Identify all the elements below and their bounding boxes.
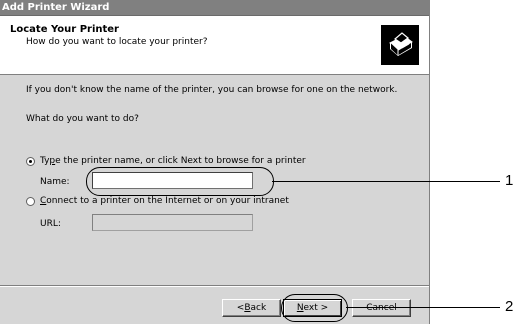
separator-highlight	[0, 286, 429, 287]
add-printer-wizard-window: Add Printer Wizard Locate Your Printer H…	[0, 0, 430, 324]
window-title: Add Printer Wizard	[2, 2, 110, 13]
header-subtitle: How do you want to locate your printer?	[26, 37, 208, 47]
connect-internet-radio[interactable]	[26, 197, 35, 206]
name-field-callout-oval	[86, 167, 274, 196]
type-name-radio[interactable]	[26, 157, 35, 166]
type-name-option-label[interactable]: Type the printer name, or click Next to …	[40, 155, 306, 167]
name-label: Name:	[40, 177, 70, 187]
callout-2-leader	[346, 307, 500, 308]
question-text: What do you want to do?	[26, 114, 139, 124]
url-input[interactable]	[92, 214, 253, 231]
callout-2-label: 2	[505, 298, 514, 315]
title-bar: Add Printer Wizard	[0, 0, 429, 16]
intro-text: If you don't know the name of the printe…	[26, 85, 398, 95]
connect-internet-option-label[interactable]: Connect to a printer on the Internet or …	[40, 195, 289, 207]
wizard-body: If you don't know the name of the printe…	[0, 75, 429, 324]
back-button[interactable]: < Back	[222, 299, 281, 317]
callout-1-leader	[272, 181, 500, 182]
cancel-button[interactable]: Cancel	[352, 299, 411, 317]
header-title: Locate Your Printer	[10, 24, 119, 35]
next-button-callout-oval	[281, 294, 348, 322]
wizard-header: Locate Your Printer How do you want to l…	[0, 16, 429, 75]
printer-icon	[381, 25, 419, 65]
url-label: URL:	[40, 219, 61, 229]
callout-1-label: 1	[505, 172, 514, 189]
